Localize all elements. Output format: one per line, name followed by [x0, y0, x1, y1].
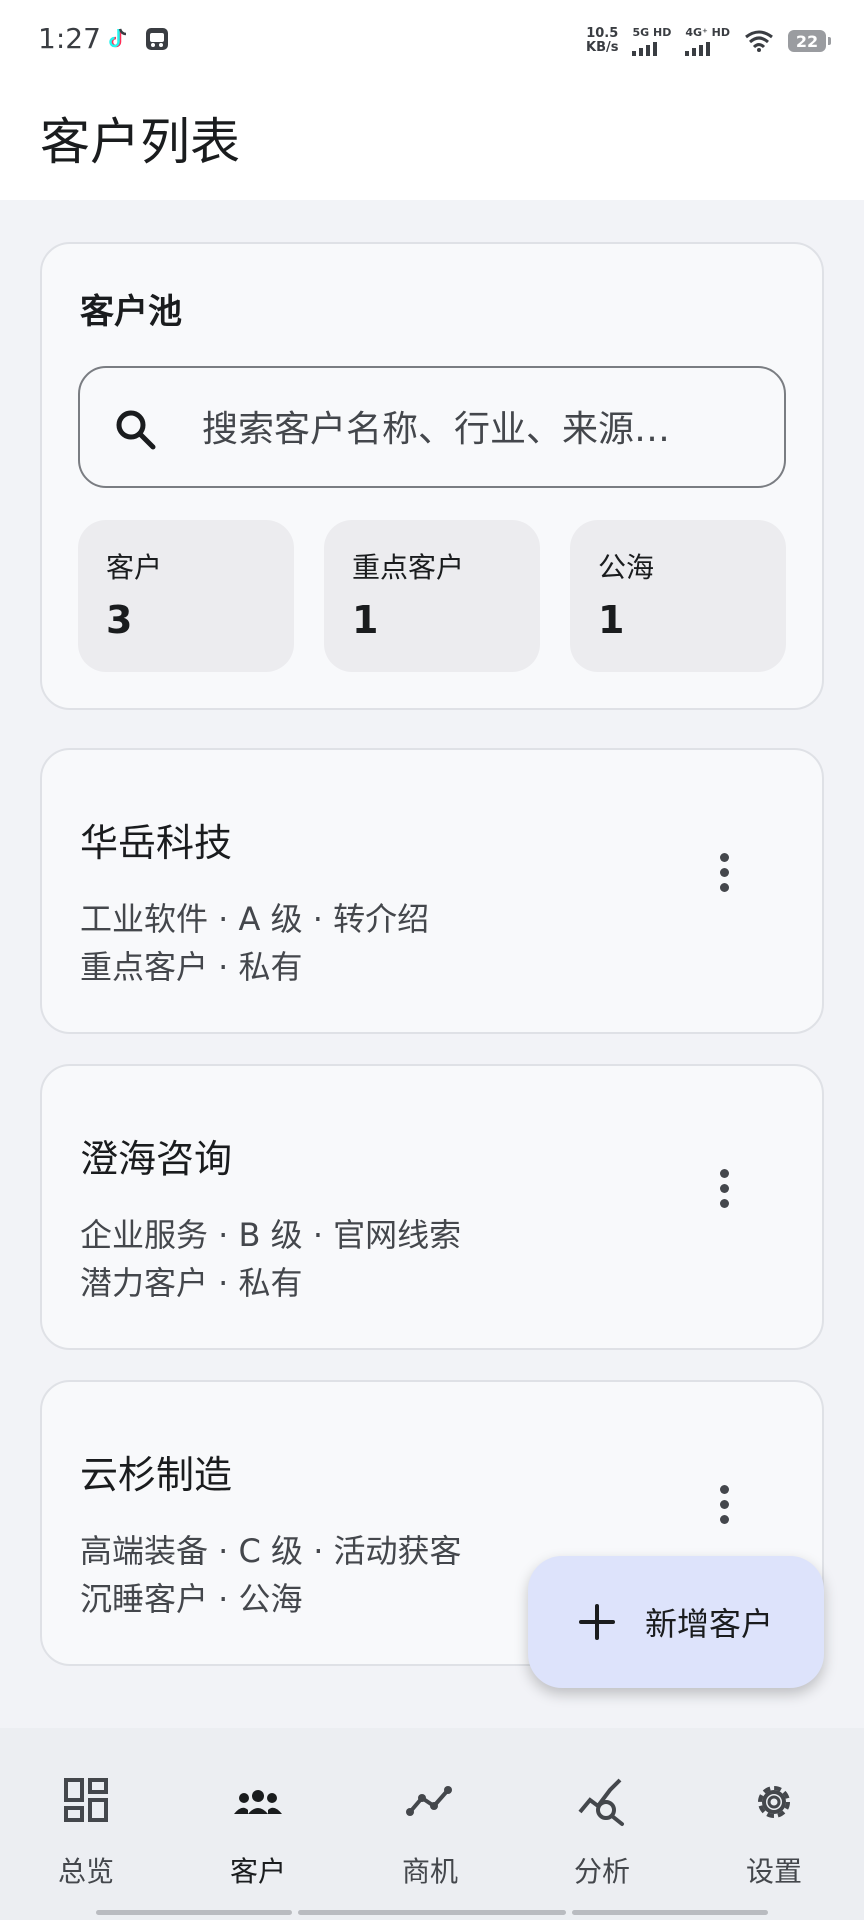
trend-line-icon	[406, 1786, 452, 1816]
app-notification-icon	[146, 28, 168, 50]
gesture-bar	[572, 1910, 768, 1915]
stat-value: 3	[106, 598, 133, 642]
stat-customers[interactable]: 客户 3	[78, 520, 294, 672]
add-customer-label: 新增客户	[644, 1605, 773, 1643]
nav-label: 总览	[57, 1855, 114, 1888]
wifi-icon	[745, 30, 773, 52]
stat-key-customers[interactable]: 重点客户 1	[324, 520, 540, 672]
stat-label: 重点客户	[352, 551, 465, 584]
gesture-bar	[96, 1910, 292, 1915]
stat-label: 公海	[598, 551, 655, 584]
stat-label: 客户	[106, 551, 163, 584]
signal-sim1-icon: 5G HD	[632, 26, 671, 56]
customer-status: 沉睡客户 · 公海	[80, 1580, 303, 1618]
status-bar: 1:27 10.5 KB/s 5G HD 4G⁺ HD 22	[0, 0, 864, 82]
stat-value: 1	[352, 598, 379, 642]
gesture-bar	[298, 1910, 566, 1915]
network-speed: 10.5 KB/s	[586, 26, 619, 55]
gear-icon	[758, 1786, 790, 1818]
more-options-icon[interactable]	[702, 842, 746, 902]
status-time: 1:27	[38, 22, 101, 55]
nav-label: 客户	[229, 1855, 286, 1888]
people-icon	[234, 1790, 282, 1814]
nav-label: 分析	[573, 1855, 630, 1888]
customer-card[interactable]: 澄海咨询 企业服务 · B 级 · 官网线索 潜力客户 · 私有	[40, 1064, 824, 1350]
nav-item-analytics[interactable]: 分析	[516, 1728, 688, 1898]
nav-item-opportunities[interactable]: 商机	[344, 1728, 516, 1898]
search-box[interactable]	[78, 366, 786, 488]
customer-status: 潜力客户 · 私有	[80, 1264, 303, 1302]
more-options-icon[interactable]	[702, 1474, 746, 1534]
customer-name: 云杉制造	[80, 1453, 233, 1497]
add-customer-button[interactable]: 新增客户	[528, 1556, 824, 1688]
plus-icon	[578, 1604, 615, 1640]
bottom-navigation: 总览 客户 商机 分析 设置	[0, 1728, 864, 1920]
more-options-icon[interactable]	[702, 1158, 746, 1218]
app-bar: 客户列表	[0, 82, 864, 200]
customer-details: 高端装备 · C 级 · 活动获客	[80, 1532, 462, 1570]
stat-value: 1	[598, 598, 625, 642]
nav-item-customers[interactable]: 客户	[172, 1728, 344, 1898]
customer-status: 重点客户 · 私有	[80, 948, 303, 986]
customer-details: 企业服务 · B 级 · 官网线索	[80, 1216, 462, 1254]
nav-item-settings[interactable]: 设置	[688, 1728, 860, 1898]
customer-name: 澄海咨询	[80, 1137, 233, 1181]
customer-name: 华岳科技	[80, 821, 233, 865]
customer-details: 工业软件 · A 级 · 转介绍	[80, 900, 430, 938]
pool-title: 客户池	[80, 292, 182, 332]
search-input[interactable]	[200, 398, 764, 460]
analytics-search-icon	[578, 1778, 624, 1826]
dashboard-icon	[64, 1778, 108, 1822]
page-title: 客户列表	[40, 113, 240, 171]
customer-card[interactable]: 华岳科技 工业软件 · A 级 · 转介绍 重点客户 · 私有	[40, 748, 824, 1034]
stat-public-pool[interactable]: 公海 1	[570, 520, 786, 672]
battery-icon: 22	[788, 30, 831, 52]
signal-sim2-icon: 4G⁺ HD	[685, 26, 730, 56]
search-icon	[116, 410, 156, 450]
customer-pool-card: 客户池 客户 3 重点客户 1 公海 1	[40, 242, 824, 710]
nav-label: 设置	[745, 1855, 802, 1888]
tiktok-icon	[109, 28, 127, 48]
nav-item-overview[interactable]: 总览	[0, 1728, 172, 1898]
nav-label: 商机	[401, 1855, 458, 1888]
